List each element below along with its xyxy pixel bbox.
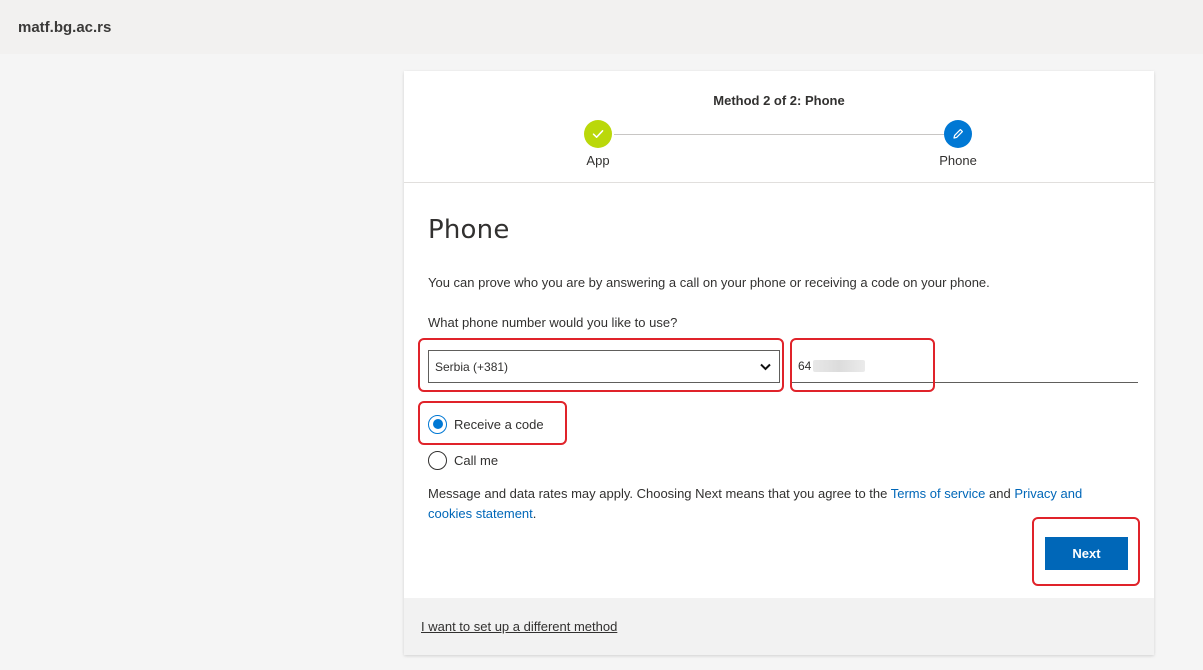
description-text: You can prove who you are by answering a…	[428, 275, 990, 290]
highlight-country-select	[418, 338, 784, 392]
radio-call-me[interactable]	[428, 450, 447, 470]
step-app-complete	[584, 120, 612, 148]
step-label-phone: Phone	[939, 153, 977, 168]
organization-name: matf.bg.ac.rs	[18, 19, 112, 36]
terms-text-after: .	[532, 506, 537, 521]
progress-line	[614, 134, 944, 135]
highlight-next-button	[1032, 517, 1140, 586]
different-method-link[interactable]: I want to set up a different method	[421, 619, 617, 634]
method-title: Method 2 of 2: Phone	[713, 93, 845, 108]
top-bar: matf.bg.ac.rs	[0, 0, 1203, 54]
terms-text-middle: and	[985, 486, 1015, 501]
check-icon	[592, 130, 604, 138]
step-phone-current	[944, 120, 972, 148]
pencil-icon	[953, 129, 963, 139]
progress-header: Method 2 of 2: Phone App Phone	[404, 71, 1154, 183]
terms-text-before: Message and data rates may apply. Choosi…	[428, 486, 891, 501]
call-me-label: Call me	[454, 452, 499, 468]
highlight-receive-code	[418, 401, 567, 445]
terms-notice: Message and data rates may apply. Choosi…	[428, 484, 1128, 524]
card-footer: I want to set up a different method	[404, 598, 1154, 655]
highlight-phone-input	[790, 338, 935, 392]
section-title: Phone	[428, 215, 510, 245]
call-me-option[interactable]: Call me	[428, 449, 498, 471]
step-label-app: App	[586, 153, 610, 168]
phone-question-label: What phone number would you like to use?	[428, 315, 678, 330]
terms-of-service-link[interactable]: Terms of service	[891, 486, 986, 501]
